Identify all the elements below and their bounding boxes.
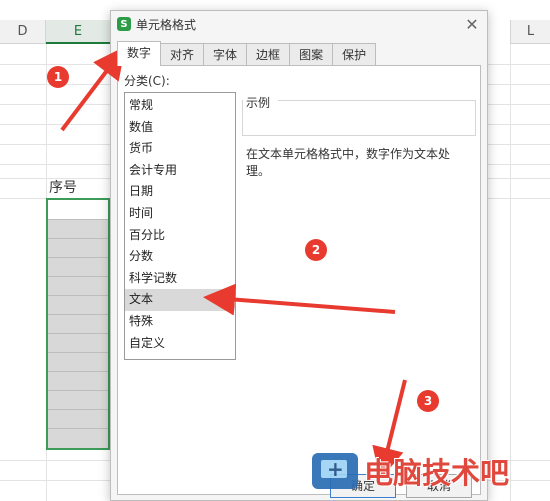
arrow-step-2	[203, 283, 396, 316]
site-watermark: 电脑技术吧	[312, 450, 509, 492]
watermark-text: 电脑技术吧	[364, 456, 510, 490]
annotation-arrows	[60, 46, 407, 480]
step-badge-3: 3	[417, 390, 439, 412]
step-badge-1: 1	[47, 66, 69, 88]
tab-number[interactable]: 数字	[117, 41, 162, 66]
step-badge-2: 2	[305, 239, 327, 261]
computer-icon	[312, 453, 358, 489]
arrow-step-1	[60, 46, 126, 132]
